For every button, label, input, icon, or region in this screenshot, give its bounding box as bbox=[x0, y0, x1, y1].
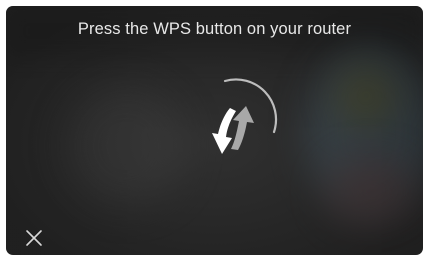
close-icon[interactable] bbox=[24, 228, 44, 248]
wps-dialog-screen: Press the WPS button on your router bbox=[6, 6, 423, 255]
wps-sync-icon bbox=[212, 78, 278, 154]
wps-instruction-text: Press the WPS button on your router bbox=[77, 20, 352, 38]
